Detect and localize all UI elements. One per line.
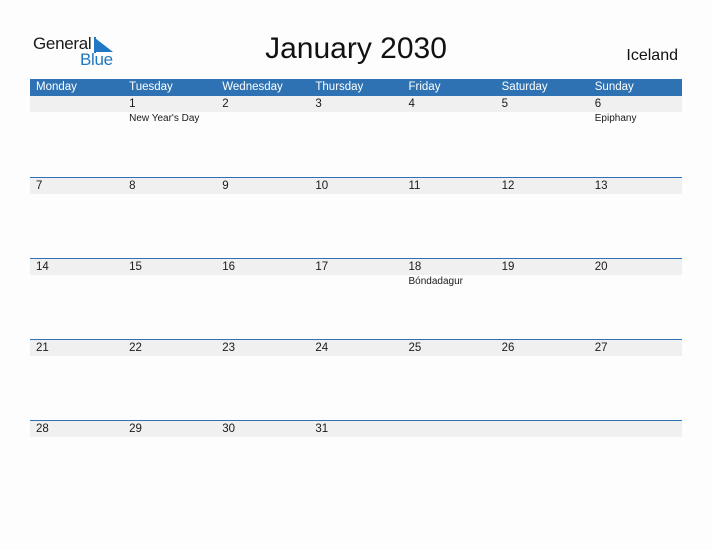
weekday-saturday: Saturday (501, 81, 548, 93)
day-number: 27 (594, 342, 608, 354)
day-number: 29 (129, 423, 142, 435)
day-number: 25 (408, 342, 422, 354)
weekday-sunday: Sunday (594, 81, 634, 93)
week-row: 21 22 23 24 25 26 27 (30, 339, 682, 420)
holiday-label (30, 275, 123, 288)
day-number: 2 (222, 98, 229, 110)
day-number: 26 (501, 342, 515, 354)
day-number: 20 (594, 261, 608, 273)
day-number (403, 421, 496, 437)
weekday-monday: Monday (36, 81, 77, 93)
holiday-label (309, 275, 402, 288)
day-number-band: 14 15 16 17 18 19 20 (30, 259, 682, 275)
holiday-label (216, 275, 309, 288)
day-number: 12 (501, 180, 515, 192)
week-row: 28 29 30 31 (30, 420, 682, 501)
day-number: 23 (222, 342, 236, 354)
weekday-friday: Friday (408, 81, 441, 93)
event-row: New Year's Day Epiphany (30, 112, 682, 125)
day-number: 24 (315, 342, 329, 354)
day-number: 18 (408, 261, 422, 273)
day-number: 28 (36, 423, 49, 435)
holiday-label (496, 112, 589, 125)
day-number: 17 (315, 261, 329, 273)
day-number: 4 (408, 98, 415, 110)
holiday-label: New Year's Day (129, 113, 200, 124)
day-number: 1 (129, 98, 136, 110)
week-row: 14 15 16 17 18 19 20 Bóndadagur (30, 258, 682, 339)
holiday-label: Bóndadagur (408, 276, 464, 287)
day-number-band: 7 8 9 10 11 12 13 (30, 178, 682, 194)
holiday-label (30, 112, 123, 125)
day-number-band: 1 2 3 4 5 6 (30, 96, 682, 112)
weekday-header: Monday Tuesday Wednesday Thursday Friday… (30, 79, 682, 96)
week-row: 1 2 3 4 5 6 New Year's Day Epiphany (30, 96, 682, 177)
day-number-band: 21 22 23 24 25 26 27 (30, 340, 682, 356)
day-number: 21 (36, 342, 49, 354)
day-number: 15 (129, 261, 142, 273)
country-label: Iceland (626, 47, 678, 64)
weekday-wednesday: Wednesday (222, 81, 283, 93)
holiday-label: Epiphany (594, 113, 637, 124)
day-number: 13 (594, 180, 608, 192)
holiday-label (496, 275, 589, 288)
day-number (496, 421, 589, 437)
day-number: 30 (222, 423, 236, 435)
holiday-label (589, 275, 682, 288)
day-number (589, 421, 682, 437)
day-number: 3 (315, 98, 322, 110)
day-number-band: 28 29 30 31 (30, 421, 682, 437)
calendar-title: January 2030 (265, 32, 447, 65)
day-number: 8 (129, 180, 136, 192)
day-number: 16 (222, 261, 236, 273)
weeks-container: 1 2 3 4 5 6 New Year's Day Epiphany 7 8 9 10 11 12 13 1… (30, 96, 682, 501)
day-number (30, 96, 123, 112)
week-row: 7 8 9 10 11 12 13 (30, 177, 682, 258)
day-number: 11 (408, 180, 421, 192)
day-number: 31 (315, 423, 329, 435)
day-number: 14 (36, 261, 49, 273)
day-number: 9 (222, 180, 229, 192)
day-number: 7 (36, 180, 43, 192)
day-number: 5 (501, 98, 509, 110)
holiday-label (216, 112, 309, 125)
day-number: 10 (315, 180, 329, 192)
holiday-label (123, 275, 216, 288)
weekday-thursday: Thursday (315, 81, 364, 93)
event-row: Bóndadagur (30, 275, 682, 288)
weekday-tuesday: Tuesday (129, 81, 173, 93)
holiday-label (309, 112, 402, 125)
holiday-label (403, 112, 496, 125)
calendar-grid: Monday Tuesday Wednesday Thursday Friday… (30, 79, 682, 501)
day-number: 19 (501, 261, 515, 273)
day-number: 6 (594, 98, 602, 110)
day-number: 22 (129, 342, 142, 354)
